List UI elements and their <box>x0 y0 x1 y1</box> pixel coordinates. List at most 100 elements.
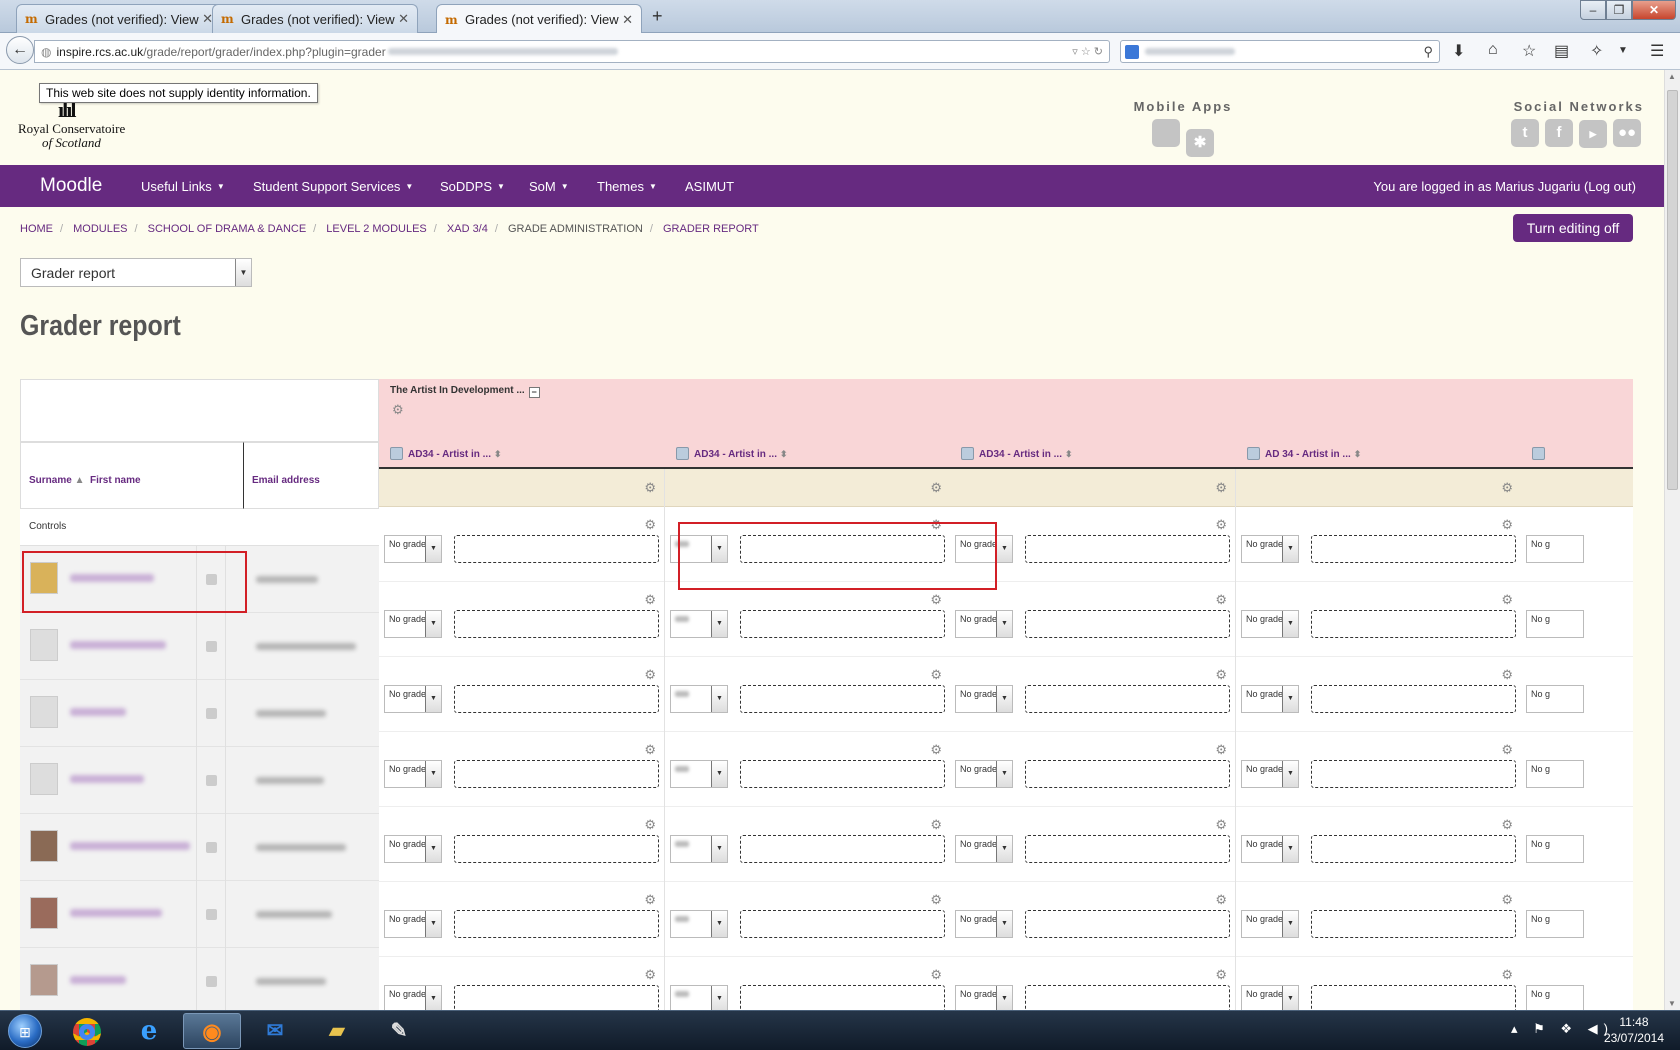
column-settings-gear-icon[interactable]: ⚙ <box>1501 480 1513 496</box>
tray-expand-icon[interactable]: ▴ <box>1511 1021 1524 1036</box>
collapse-category-icon[interactable]: − <box>528 387 540 398</box>
grade-select[interactable]: No g <box>1526 535 1584 563</box>
grade-select[interactable]: No grade ▼ <box>955 535 1013 563</box>
cell-settings-gear-icon[interactable]: ⚙ <box>930 967 942 983</box>
chrome-taskbar-icon[interactable] <box>58 1013 116 1049</box>
grade-item-header-2[interactable]: AD34 - Artist in ... ⬍ <box>676 447 788 460</box>
dropdown-arrow-icon[interactable]: ▼ <box>711 911 727 937</box>
grade-select[interactable]: No grade ▼ <box>384 760 442 788</box>
report-selector[interactable]: Grader report ▼ <box>20 258 252 287</box>
cell-settings-gear-icon[interactable]: ⚙ <box>1215 667 1227 683</box>
back-button[interactable]: ← <box>6 36 34 64</box>
feedback-input[interactable] <box>1311 985 1516 1011</box>
grade-select[interactable]: No grade ▼ <box>1241 610 1299 638</box>
dropdown-arrow-icon[interactable]: ▼ <box>996 686 1012 712</box>
single-view-icon[interactable] <box>206 574 217 585</box>
avatar[interactable] <box>30 562 58 594</box>
category-name[interactable]: The Artist In Development ... − <box>390 385 540 398</box>
feedback-input[interactable] <box>1025 760 1230 788</box>
avatar[interactable] <box>30 830 58 862</box>
ie-taskbar-icon[interactable]: e <box>120 1013 178 1049</box>
cell-settings-gear-icon[interactable]: ⚙ <box>644 742 656 758</box>
feedback-input[interactable] <box>1025 610 1230 638</box>
feedback-input[interactable] <box>454 985 659 1011</box>
breadcrumb-home[interactable]: HOME <box>20 223 53 235</box>
feedback-input[interactable] <box>454 610 659 638</box>
android-app-icon[interactable]: ✱ <box>1186 129 1214 157</box>
dropdown-arrow-icon[interactable]: ▼ <box>1282 611 1298 637</box>
dropdown-arrow-icon[interactable]: ▼ <box>711 611 727 637</box>
start-button[interactable]: ⊞ <box>2 1012 48 1050</box>
system-clock[interactable]: 11:48 23/07/2014 <box>1604 1014 1664 1046</box>
dropdown-arrow-icon[interactable]: ▼ <box>711 686 727 712</box>
dropdown-arrow-icon[interactable]: ▼ <box>425 536 441 562</box>
student-name-redacted[interactable] <box>70 842 190 850</box>
grade-select[interactable]: ▼ <box>670 610 728 638</box>
reload-icon[interactable]: ▿ ☆ ↻ <box>1072 45 1103 58</box>
single-view-icon[interactable] <box>206 842 217 853</box>
dropdown-arrow-icon[interactable]: ▼ <box>711 761 727 787</box>
firefox-taskbar-icon[interactable]: ◉ <box>183 1013 241 1049</box>
cell-settings-gear-icon[interactable]: ⚙ <box>1501 892 1513 908</box>
cell-settings-gear-icon[interactable]: ⚙ <box>1501 517 1513 533</box>
dropdown-arrow-icon[interactable]: ▼ <box>711 836 727 862</box>
cell-settings-gear-icon[interactable]: ⚙ <box>1215 592 1227 608</box>
close-window-icon[interactable]: ✕ <box>1632 0 1676 20</box>
menu-soddps[interactable]: SoDDPS ▼ <box>440 179 505 194</box>
feedback-input[interactable] <box>1025 835 1230 863</box>
download-icon[interactable]: ⬇ <box>1452 41 1465 61</box>
feedback-input[interactable] <box>454 835 659 863</box>
apple-app-icon[interactable] <box>1152 119 1180 147</box>
grade-select[interactable]: ▼ <box>670 985 728 1011</box>
dropdown-arrow-icon[interactable]: ▼ <box>996 761 1012 787</box>
dropdown-arrow-icon[interactable]: ▼ <box>425 986 441 1011</box>
grade-select[interactable]: No grade ▼ <box>955 985 1013 1011</box>
sort-arrows-icon[interactable]: ⬍ <box>494 449 502 459</box>
feedback-input[interactable] <box>454 910 659 938</box>
sort-arrows-icon[interactable]: ⬍ <box>1354 449 1362 459</box>
column-settings-gear-icon[interactable]: ⚙ <box>1215 480 1227 496</box>
student-name-redacted[interactable] <box>70 909 162 917</box>
student-name-redacted[interactable] <box>70 574 154 582</box>
grade-select[interactable]: No grade ▼ <box>384 910 442 938</box>
feedback-input[interactable] <box>454 760 659 788</box>
dropdown-arrow-icon[interactable]: ▼ <box>996 986 1012 1011</box>
feedback-input[interactable] <box>740 535 945 563</box>
dropdown-arrow-icon[interactable]: ▼ <box>996 836 1012 862</box>
grade-item-header-4[interactable]: AD 34 - Artist in ... ⬍ <box>1247 447 1361 460</box>
new-tab-icon[interactable]: + <box>652 6 663 27</box>
cell-settings-gear-icon[interactable]: ⚙ <box>1501 967 1513 983</box>
breadcrumb-modules[interactable]: MODULES <box>73 223 127 235</box>
search-icon[interactable]: ⚲ <box>1423 44 1433 60</box>
explorer-taskbar-icon[interactable]: ▰ <box>308 1013 366 1049</box>
feedback-input[interactable] <box>454 685 659 713</box>
category-settings-gear-icon[interactable]: ⚙ <box>392 402 404 418</box>
column-settings-gear-icon[interactable]: ⚙ <box>644 480 656 496</box>
grade-select[interactable]: No grade ▼ <box>1241 835 1299 863</box>
student-name-redacted[interactable] <box>70 775 144 783</box>
feedback-input[interactable] <box>740 910 945 938</box>
avatar[interactable] <box>30 964 58 996</box>
feedback-input[interactable] <box>1311 685 1516 713</box>
grade-select[interactable]: No grade ▼ <box>955 610 1013 638</box>
breadcrumb-course[interactable]: XAD 3/4 <box>447 223 488 235</box>
breadcrumb-grader-report[interactable]: GRADER REPORT <box>663 223 759 235</box>
dropdown-arrow-icon[interactable]: ▼ <box>1282 986 1298 1011</box>
paint-taskbar-icon[interactable]: ✎ <box>370 1013 428 1049</box>
dropbox-icon[interactable]: ❖ <box>1560 1021 1578 1036</box>
grade-select[interactable]: ▼ <box>670 760 728 788</box>
menu-student-support-services[interactable]: Student Support Services ▼ <box>253 179 413 194</box>
single-view-icon[interactable] <box>206 641 217 652</box>
cell-settings-gear-icon[interactable]: ⚙ <box>644 592 656 608</box>
browser-tab-1[interactable]: m Grades (not verified): View ✕ <box>16 4 222 33</box>
menu-themes[interactable]: Themes ▼ <box>597 179 657 194</box>
cell-settings-gear-icon[interactable]: ⚙ <box>1501 592 1513 608</box>
youtube-icon[interactable]: ▶ <box>1579 120 1607 148</box>
sort-email-link[interactable]: Email address <box>252 475 320 486</box>
grade-select[interactable]: No grade ▼ <box>384 835 442 863</box>
feedback-input[interactable] <box>1311 760 1516 788</box>
page-scrollbar[interactable]: ▲ ▼ <box>1664 70 1680 1010</box>
feedback-input[interactable] <box>1025 910 1230 938</box>
student-name-redacted[interactable] <box>70 641 166 649</box>
grade-select[interactable]: No g <box>1526 910 1584 938</box>
